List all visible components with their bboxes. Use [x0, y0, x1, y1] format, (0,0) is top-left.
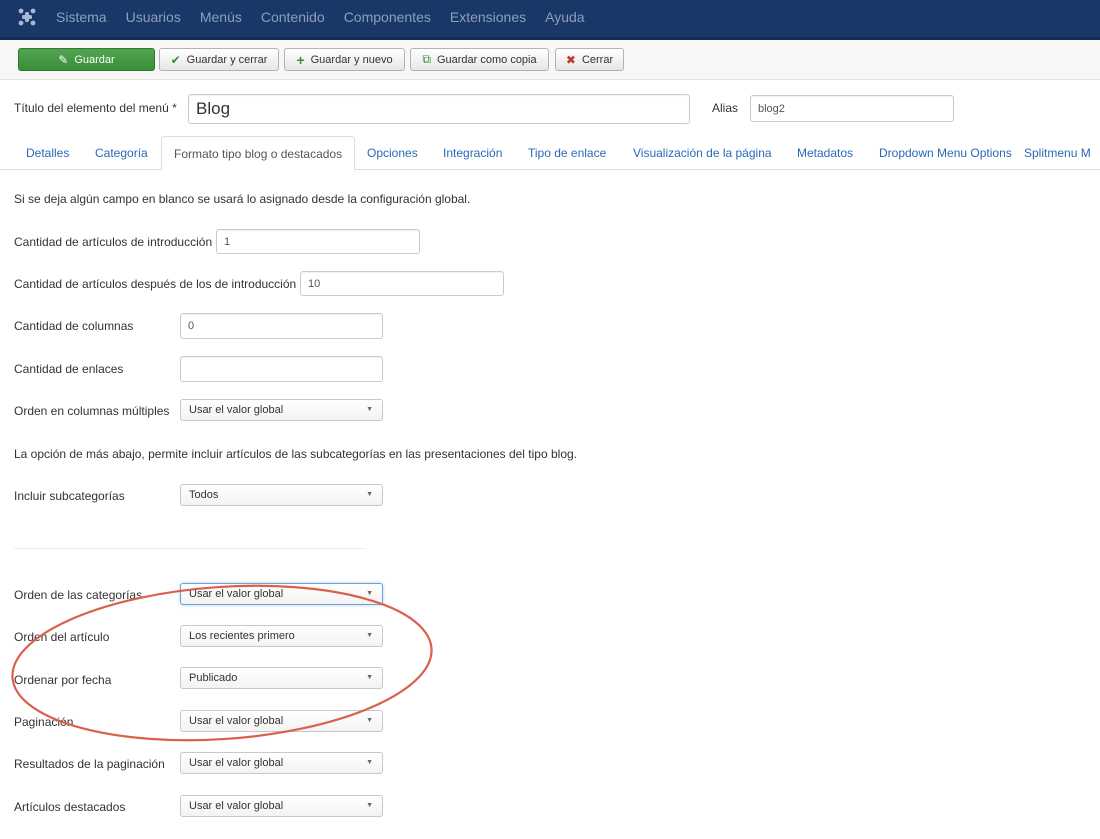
- include-subcats-label: Incluir subcategorías: [14, 489, 125, 503]
- tab-metadatos[interactable]: Metadatos: [785, 136, 865, 170]
- num-columns-input[interactable]: 0: [180, 313, 383, 339]
- close-circle-icon: ✖: [565, 52, 576, 67]
- menu-item-componentes[interactable]: Componentes: [344, 8, 431, 26]
- num-columns-value: 0: [188, 320, 195, 332]
- joomla-logo-icon[interactable]: [18, 8, 36, 26]
- copy-icon: ⧉: [422, 52, 431, 66]
- tab-detalles[interactable]: Detalles: [14, 136, 81, 170]
- date-order-select[interactable]: Publicado ▼: [180, 667, 383, 689]
- menu-item-contenido[interactable]: Contenido: [261, 8, 325, 26]
- tab-dropdown-menu-options[interactable]: Dropdown Menu Options: [867, 136, 1024, 170]
- menu-item-extensiones[interactable]: Extensiones: [450, 8, 526, 26]
- title-label: Título del elemento del menú *: [14, 101, 177, 115]
- section-divider: [14, 548, 366, 549]
- article-order-label: Orden del artículo: [14, 630, 110, 644]
- alias-input[interactable]: blog2: [750, 95, 954, 122]
- save-button[interactable]: ✎ Guardar: [18, 48, 155, 71]
- tab-tipo-enlace[interactable]: Tipo de enlace: [516, 136, 618, 170]
- tab-bar: Detalles Categoría Formato tipo blog o d…: [0, 136, 1100, 171]
- intro-note: Si se deja algún campo en blanco se usar…: [14, 192, 471, 206]
- article-order-value: Los recientes primero: [189, 630, 295, 642]
- menu-item-sistema[interactable]: Sistema: [56, 8, 107, 26]
- multi-column-order-select[interactable]: Usar el valor global ▼: [180, 399, 383, 421]
- save-close-button-label: Guardar y cerrar: [186, 53, 268, 66]
- featured-label: Artículos destacados: [14, 800, 126, 814]
- pagination-results-label: Resultados de la paginación: [14, 757, 165, 771]
- chevron-down-icon: ▼: [366, 632, 373, 639]
- tab-visualizacion[interactable]: Visualización de la página: [621, 136, 784, 170]
- pagination-results-value: Usar el valor global: [189, 757, 284, 769]
- pagination-results-select[interactable]: Usar el valor global ▼: [180, 752, 383, 774]
- num-leading-value: 10: [308, 277, 321, 290]
- num-leading-label: Cantidad de artículos después de los de …: [14, 277, 297, 291]
- category-order-label: Orden de las categorías: [14, 588, 143, 602]
- num-columns-label: Cantidad de columnas: [14, 319, 134, 333]
- category-order-value: Usar el valor global: [189, 588, 284, 600]
- chevron-down-icon: ▼: [366, 491, 373, 498]
- pagination-label: Paginación: [14, 715, 74, 729]
- multi-column-order-label: Orden en columnas múltiples: [14, 404, 170, 418]
- featured-select[interactable]: Usar el valor global ▼: [180, 795, 383, 817]
- num-links-label: Cantidad de enlaces: [14, 362, 124, 376]
- title-input[interactable]: Blog: [188, 94, 690, 124]
- menu-item-menus[interactable]: Menús: [200, 8, 242, 26]
- chevron-down-icon: ▼: [366, 759, 373, 766]
- num-leading-input[interactable]: 10: [300, 271, 504, 296]
- edit-icon: ✎: [58, 52, 69, 67]
- chevron-down-icon: ▼: [366, 406, 373, 413]
- save-copy-button-label: Guardar como copia: [436, 53, 537, 66]
- subcat-note: La opción de más abajo, permite incluir …: [14, 447, 577, 461]
- num-intro-label: Cantidad de artículos de introducción: [14, 235, 213, 249]
- tab-categoria[interactable]: Categoría: [83, 136, 160, 170]
- alias-label: Alias: [712, 101, 739, 115]
- multi-column-order-value: Usar el valor global: [189, 404, 284, 416]
- close-button[interactable]: ✖ Cerrar: [555, 48, 624, 71]
- category-order-select[interactable]: Usar el valor global ▼: [180, 583, 383, 605]
- alias-input-value: blog2: [758, 102, 785, 115]
- num-links-input[interactable]: [180, 356, 383, 382]
- pagination-select[interactable]: Usar el valor global ▼: [180, 710, 383, 732]
- include-subcats-value: Todos: [189, 489, 219, 501]
- chevron-down-icon: ▼: [366, 590, 373, 597]
- chevron-down-icon: ▼: [366, 717, 373, 724]
- action-toolbar: ✎ Guardar ✔ Guardar y cerrar + Guardar y…: [0, 40, 1100, 80]
- tab-opciones[interactable]: Opciones: [355, 136, 430, 170]
- chevron-down-icon: ▼: [366, 802, 373, 809]
- featured-value: Usar el valor global: [189, 800, 284, 812]
- save-close-button[interactable]: ✔ Guardar y cerrar: [159, 48, 279, 71]
- annotation-ellipse-overlay: [11, 584, 433, 742]
- close-button-label: Cerrar: [581, 53, 614, 66]
- article-order-select[interactable]: Los recientes primero ▼: [180, 625, 383, 647]
- include-subcats-select[interactable]: Todos ▼: [180, 484, 383, 506]
- check-icon: ✔: [170, 52, 181, 67]
- tab-formato-blog[interactable]: Formato tipo blog o destacados: [161, 136, 356, 171]
- top-navbar: Sistema Usuarios Menús Contenido Compone…: [0, 0, 1100, 40]
- tab-splitmenu[interactable]: Splitmenu M: [1012, 136, 1100, 170]
- date-order-label: Ordenar por fecha: [14, 673, 112, 687]
- plus-icon: +: [296, 51, 305, 68]
- pagination-value: Usar el valor global: [189, 715, 284, 727]
- save-button-label: Guardar: [74, 53, 115, 66]
- save-new-button-label: Guardar y nuevo: [310, 53, 393, 66]
- save-new-button[interactable]: + Guardar y nuevo: [284, 48, 405, 71]
- main-menu: Sistema Usuarios Menús Contenido Compone…: [56, 8, 604, 26]
- num-intro-input[interactable]: 1: [216, 229, 420, 254]
- save-copy-button[interactable]: ⧉ Guardar como copia: [410, 48, 549, 71]
- chevron-down-icon: ▼: [366, 674, 373, 681]
- title-input-value: Blog: [196, 99, 231, 118]
- tab-integracion[interactable]: Integración: [431, 136, 514, 170]
- menu-item-usuarios[interactable]: Usuarios: [126, 8, 181, 26]
- date-order-value: Publicado: [189, 672, 238, 684]
- menu-item-ayuda[interactable]: Ayuda: [545, 8, 584, 26]
- num-intro-value: 1: [224, 235, 231, 248]
